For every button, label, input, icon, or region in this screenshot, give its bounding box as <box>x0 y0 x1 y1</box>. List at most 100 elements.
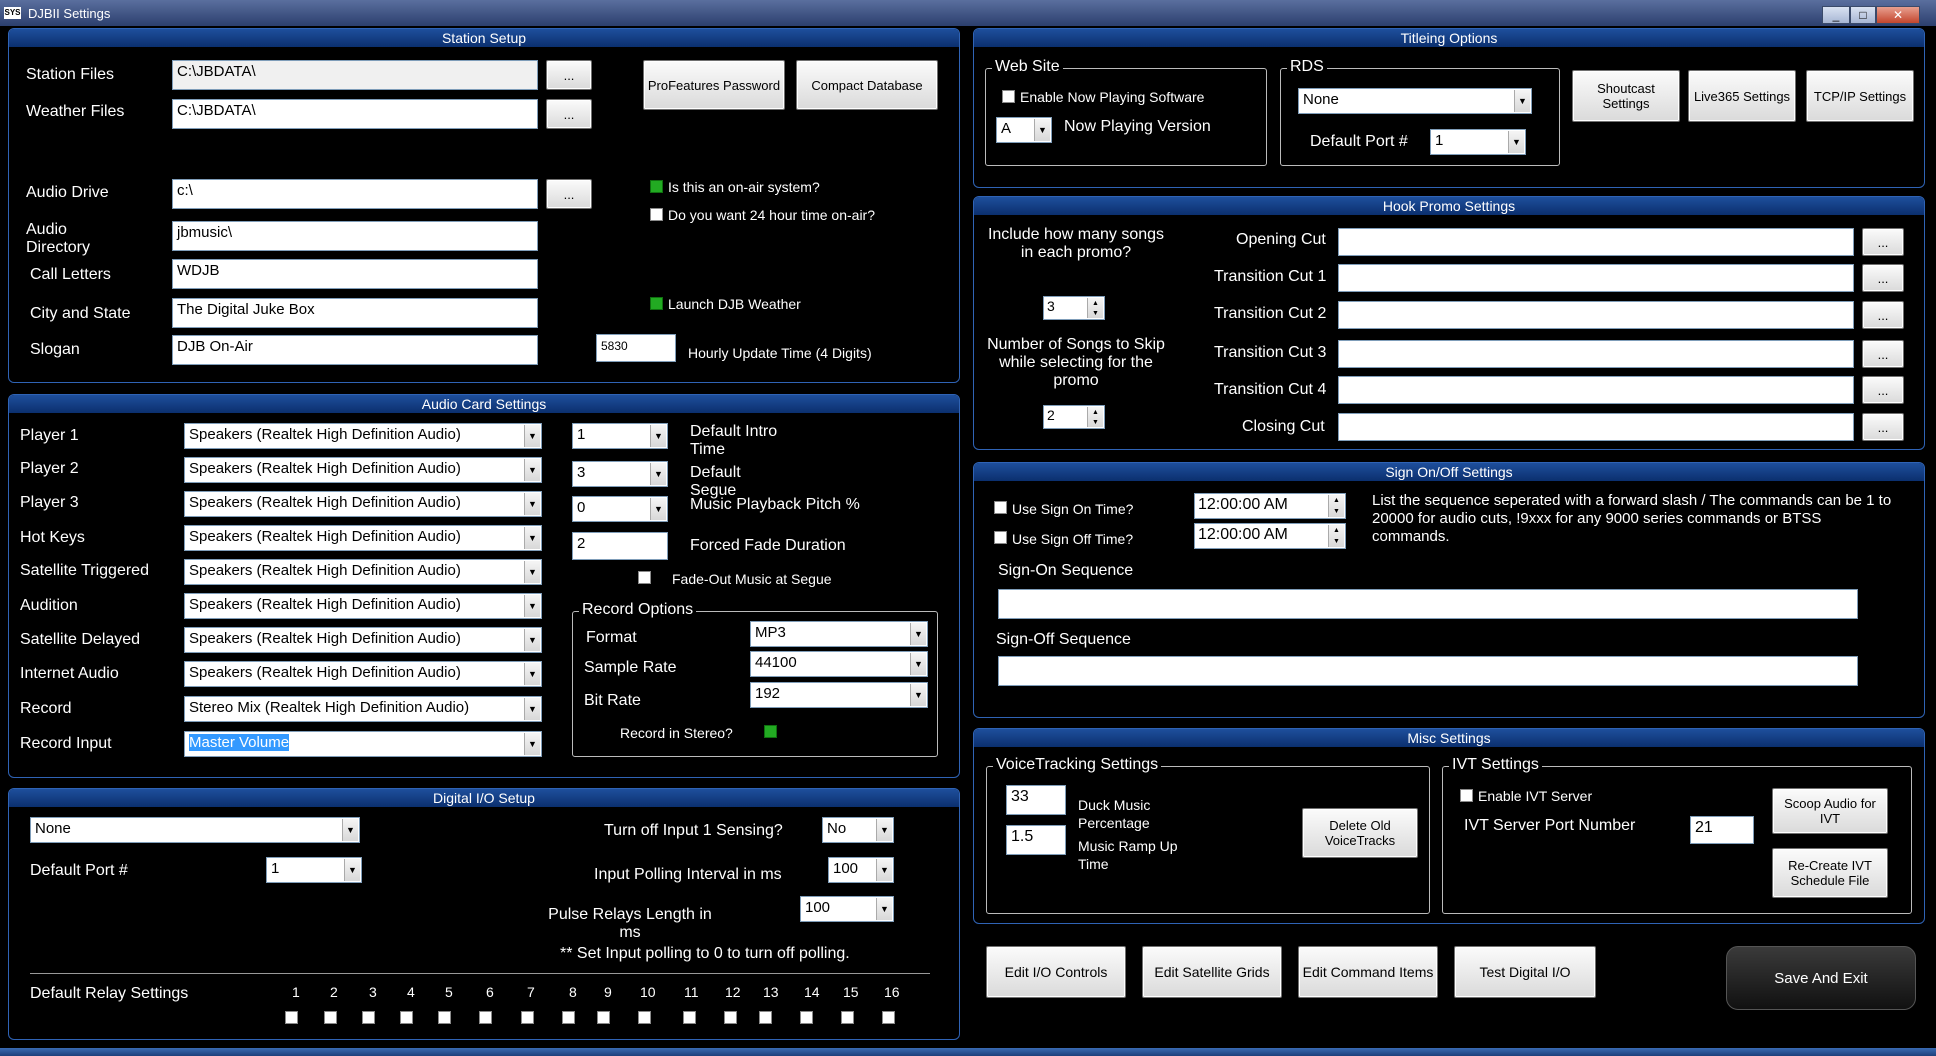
audio-drive-browse-button[interactable]: ... <box>546 179 592 209</box>
forced-fade-input[interactable]: 2 <box>572 532 668 560</box>
use-signon-checkbox[interactable] <box>994 501 1007 514</box>
default-intro-select[interactable]: 1 ▼ <box>572 423 668 449</box>
pitch-select[interactable]: 0 ▼ <box>572 496 668 522</box>
launch-weather-checkbox[interactable] <box>650 297 663 310</box>
relay-checkbox[interactable] <box>724 1011 737 1024</box>
relay-checkbox[interactable] <box>841 1011 854 1024</box>
relay-checkbox[interactable] <box>800 1011 813 1024</box>
internet-audio-select[interactable]: Speakers (Realtek High Definition Audio)… <box>184 661 542 687</box>
call-letters-input[interactable]: WDJB <box>172 259 538 289</box>
cut-browse-button[interactable]: ... <box>1862 228 1904 256</box>
cut-browse-button[interactable]: ... <box>1862 301 1904 329</box>
record-select[interactable]: Stereo Mix (Realtek High Definition Audi… <box>184 696 542 722</box>
test-digital-io-button[interactable]: Test Digital I/O <box>1454 946 1596 998</box>
relay-checkbox[interactable] <box>759 1011 772 1024</box>
24hour-checkbox[interactable] <box>650 208 663 221</box>
cut-input[interactable] <box>1338 340 1854 368</box>
onair-checkbox[interactable] <box>650 180 663 193</box>
edit-satellite-grids-button[interactable]: Edit Satellite Grids <box>1142 946 1282 998</box>
format-select[interactable]: MP3 ▼ <box>750 621 928 647</box>
scoop-audio-button[interactable]: Scoop Audio for IVT <box>1772 788 1888 834</box>
relay-checkbox[interactable] <box>882 1011 895 1024</box>
cut-input[interactable] <box>1338 376 1854 404</box>
polling-interval-select[interactable]: 100 ▼ <box>828 857 894 883</box>
maximize-button[interactable]: □ <box>1850 6 1876 24</box>
compact-database-button[interactable]: Compact Database <box>796 60 938 110</box>
use-signoff-checkbox[interactable] <box>994 531 1007 544</box>
relay-checkbox[interactable] <box>521 1011 534 1024</box>
satellite-triggered-select[interactable]: Speakers (Realtek High Definition Audio)… <box>184 559 542 585</box>
signon-sequence-input[interactable] <box>998 589 1858 619</box>
rds-port-select[interactable]: 1 ▼ <box>1430 129 1526 155</box>
hourly-update-input[interactable]: 5830 <box>596 334 676 362</box>
default-segue-select[interactable]: 3 ▼ <box>572 461 668 487</box>
relay-checkbox[interactable] <box>562 1011 575 1024</box>
record-stereo-checkbox[interactable] <box>764 725 777 738</box>
rds-select[interactable]: None ▼ <box>1298 88 1532 114</box>
delete-voicetracks-button[interactable]: Delete Old VoiceTracks <box>1302 808 1418 858</box>
weather-files-input[interactable]: C:\JBDATA\ <box>172 99 538 129</box>
shoutcast-settings-button[interactable]: Shoutcast Settings <box>1572 70 1680 122</box>
hot-keys-select[interactable]: Speakers (Realtek High Definition Audio)… <box>184 525 542 551</box>
np-version-select[interactable]: A ▼ <box>996 117 1052 143</box>
dio-port-select[interactable]: 1 ▼ <box>266 857 362 883</box>
cut-browse-button[interactable]: ... <box>1862 413 1904 441</box>
include-songs-spinner[interactable]: 3 ▲ ▼ <box>1043 296 1105 320</box>
duck-music-input[interactable]: 33 <box>1006 785 1066 815</box>
record-input-select[interactable]: Master Volume ▼ <box>184 731 542 757</box>
station-files-input[interactable]: C:\JBDATA\ <box>172 60 538 90</box>
cut-input[interactable] <box>1338 228 1854 256</box>
relay-checkbox[interactable] <box>400 1011 413 1024</box>
player-1-select[interactable]: Speakers (Realtek High Definition Audio)… <box>184 423 542 449</box>
edit-command-items-button[interactable]: Edit Command Items <box>1298 946 1438 998</box>
minimize-button[interactable]: _ <box>1822 6 1850 24</box>
bit-rate-select[interactable]: 192 ▼ <box>750 682 928 708</box>
cut-input[interactable] <box>1338 264 1854 292</box>
station-files-browse-button[interactable]: ... <box>546 60 592 90</box>
ivt-port-input[interactable]: 21 <box>1690 816 1754 844</box>
sample-rate-select[interactable]: 44100 ▼ <box>750 651 928 677</box>
save-and-exit-button[interactable]: Save And Exit <box>1726 946 1916 1010</box>
cut-browse-button[interactable]: ... <box>1862 340 1904 368</box>
city-state-input[interactable]: The Digital Juke Box <box>172 298 538 328</box>
skip-songs-spinner[interactable]: 2 ▲ ▼ <box>1043 405 1105 429</box>
ramp-up-input[interactable]: 1.5 <box>1006 825 1066 855</box>
signon-time-spinner[interactable]: 12:00:00 AM ▲ ▼ <box>1194 493 1346 519</box>
cut-input[interactable] <box>1338 301 1854 329</box>
recreate-ivt-button[interactable]: Re-Create IVT Schedule File <box>1772 848 1888 898</box>
relay-checkbox[interactable] <box>324 1011 337 1024</box>
profeatures-password-button[interactable]: ProFeatures Password <box>643 60 785 110</box>
player-3-select[interactable]: Speakers (Realtek High Definition Audio)… <box>184 491 542 517</box>
live365-settings-button[interactable]: Live365 Settings <box>1688 70 1796 122</box>
turnoff-input-select[interactable]: No ▼ <box>822 817 894 843</box>
chevron-down-icon: ▼ <box>524 527 540 549</box>
audition-select[interactable]: Speakers (Realtek High Definition Audio)… <box>184 593 542 619</box>
enable-ivt-checkbox[interactable] <box>1460 789 1473 802</box>
slogan-input[interactable]: DJB On-Air <box>172 335 538 365</box>
relay-checkbox[interactable] <box>683 1011 696 1024</box>
weather-files-browse-button[interactable]: ... <box>546 99 592 129</box>
pulse-relays-select[interactable]: 100 ▼ <box>800 896 894 922</box>
satellite-delayed-select[interactable]: Speakers (Realtek High Definition Audio)… <box>184 627 542 653</box>
relay-checkbox[interactable] <box>597 1011 610 1024</box>
audio-drive-input[interactable]: c:\ <box>172 179 538 209</box>
cut-input[interactable] <box>1338 413 1854 441</box>
close-button[interactable]: ✕ <box>1876 6 1920 24</box>
relay-checkbox[interactable] <box>479 1011 492 1024</box>
tcpip-settings-button[interactable]: TCP/IP Settings <box>1806 70 1914 122</box>
player-2-select[interactable]: Speakers (Realtek High Definition Audio)… <box>184 457 542 483</box>
signoff-time-spinner[interactable]: 12:00:00 AM ▲ ▼ <box>1194 523 1346 549</box>
cut-browse-button[interactable]: ... <box>1862 264 1904 292</box>
fadeout-segue-checkbox[interactable] <box>638 571 651 584</box>
edit-io-controls-button[interactable]: Edit I/O Controls <box>986 946 1126 998</box>
cut-browse-button[interactable]: ... <box>1862 376 1904 404</box>
relay-checkbox[interactable] <box>362 1011 375 1024</box>
digital-io-device-select[interactable]: None ▼ <box>30 817 360 843</box>
enable-now-playing-checkbox[interactable] <box>1002 90 1015 103</box>
relay-checkbox[interactable] <box>638 1011 651 1024</box>
audio-directory-input[interactable]: jbmusic\ <box>172 221 538 251</box>
relay-number: 9 <box>604 984 612 1000</box>
relay-checkbox[interactable] <box>285 1011 298 1024</box>
relay-checkbox[interactable] <box>438 1011 451 1024</box>
signoff-sequence-input[interactable] <box>998 656 1858 686</box>
